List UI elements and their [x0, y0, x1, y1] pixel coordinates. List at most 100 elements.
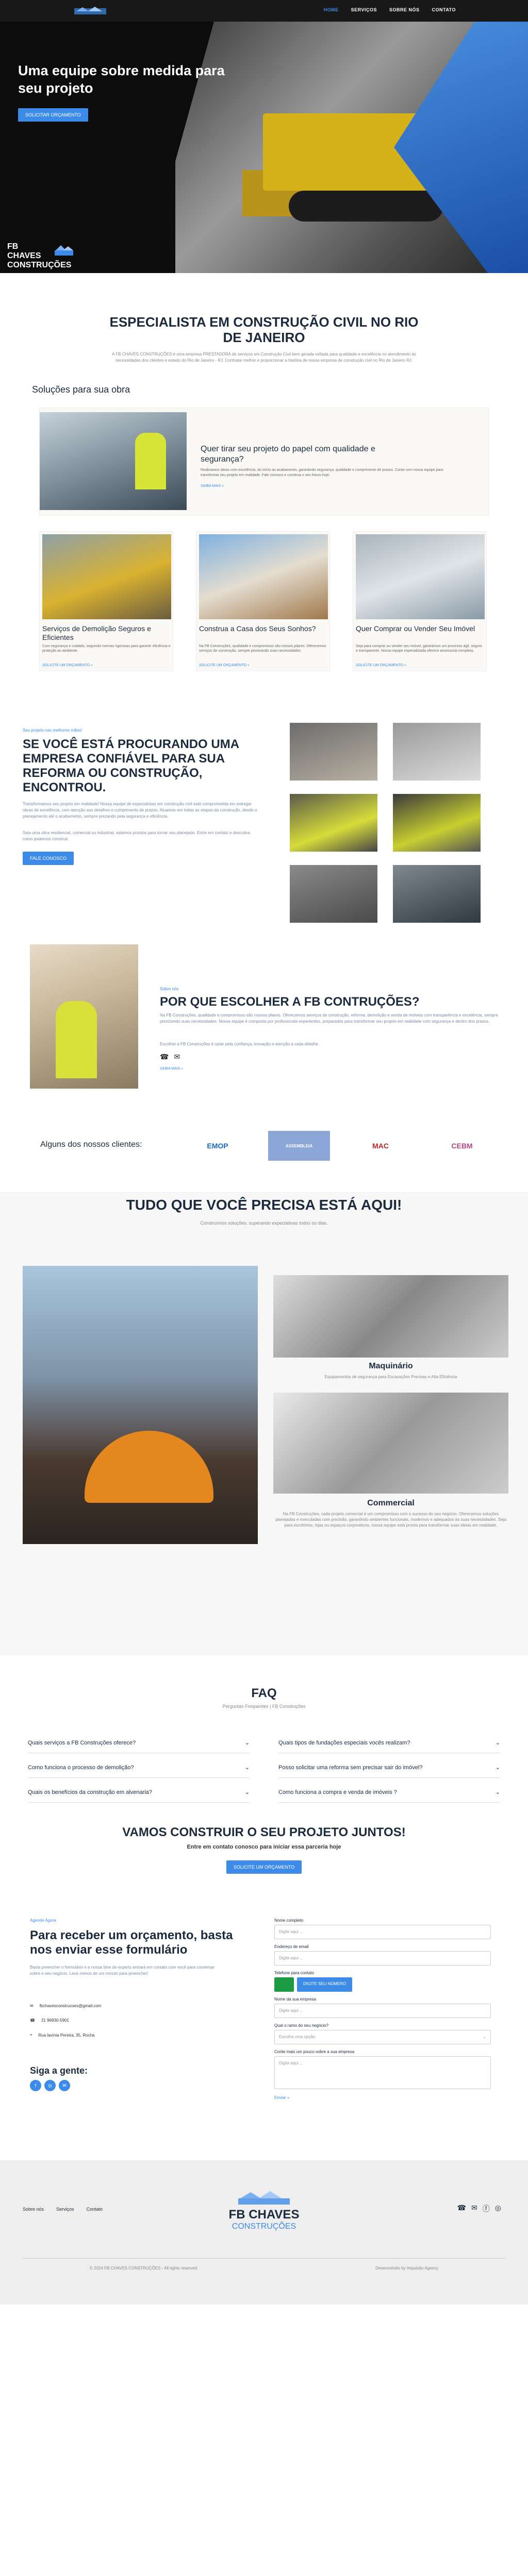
hero-brand: FB CHAVES CONSTRUÇÕES	[7, 242, 72, 269]
contact-email[interactable]: ✉ fbchavesconstrucoes@gmail.com	[30, 2004, 101, 2008]
chevron-down-icon: ⌄	[495, 1740, 500, 1746]
company-input[interactable]: Digite aqui ...	[274, 2004, 491, 2018]
client-logo-emop: EMOP	[207, 1142, 228, 1150]
footer-brand: FB CHAVES	[228, 2208, 300, 2222]
card-link[interactable]: SOLICITE UM ORÇAMENTO »	[199, 664, 250, 667]
footer: Sobre nós Serviços Contato FB CHAVES CON…	[0, 2160, 528, 2304]
facebook-icon[interactable]: ⓕ	[483, 2204, 490, 2214]
footer-link[interactable]: Serviços	[56, 2207, 74, 2212]
faq-section: FAQ Perguntas Frequentes | FB Construçõe…	[0, 1655, 528, 1805]
chevron-down-icon: ⌄	[483, 2035, 486, 2039]
form-title: Para receber um orçamento, basta nos env…	[30, 1928, 233, 1957]
why-kicker: Sobre nós	[160, 987, 179, 991]
reform-section: Seu projeto nas melhores mãos! SE VOCÊ E…	[0, 671, 528, 929]
machinery-caption: Equipamentos de segurança para Escavaçõe…	[324, 1375, 457, 1379]
why-photo	[30, 944, 138, 1089]
form-text: Basta preencher o formulário e a nossa t…	[30, 1965, 215, 1976]
footer-link[interactable]: Contato	[87, 2207, 103, 2212]
country-flag-select[interactable]	[274, 1977, 294, 1992]
nav-home[interactable]: HOME	[324, 7, 339, 12]
phone-input[interactable]: DIGITE SEU NÚMERO	[297, 1977, 353, 1992]
footer-icons: ☎ ✉ ⓕ ◎	[457, 2204, 501, 2214]
business-select[interactable]: Escolha uma opção ⌄	[274, 2030, 491, 2044]
card-text: Seja para comprar ou vender seu imóvel, …	[356, 645, 482, 653]
showcase-title: TUDO QUE VOCÊ PRECISA ESTÁ AQUI!	[126, 1197, 402, 1213]
developer-credit[interactable]: Desenvolvido by Impulsão Agency	[375, 2266, 438, 2270]
address-text: Rua lavínia Pereira, 35, Rocha	[38, 2032, 95, 2038]
logo[interactable]	[72, 5, 108, 16]
facebook-icon[interactable]: f	[30, 2080, 41, 2091]
faq-question: Quais serviços a FB Construções oferece?	[28, 1739, 136, 1746]
footer-bottom: © 2024 FB CHAVES CONSTRUÇÕES - All right…	[23, 2258, 505, 2270]
chevron-down-icon: ⌄	[495, 1765, 500, 1771]
nav-sobre[interactable]: SOBRE NÓS	[389, 7, 420, 12]
why-title: POR QUE ESCOLHER A FB CONTRUÇÕES?	[160, 995, 420, 1009]
card-title: Quer Comprar ou Vender Seu Imóvel	[356, 624, 475, 633]
card-photo	[356, 534, 485, 619]
copyright: © 2024 FB CHAVES CONSTRUÇÕES - All right…	[90, 2266, 199, 2270]
faq-item[interactable]: Como funciona a compra e venda de imóvei…	[278, 1782, 500, 1803]
hero-quote-button[interactable]: SOLICITAR ORÇAMENTO	[18, 108, 88, 122]
why-text-2: Escolher a FB Construções é optar pela c…	[160, 1042, 320, 1046]
phone-text: 21 96830-5901	[41, 2018, 69, 2023]
helmet-figure	[85, 1431, 213, 1503]
phone-icon[interactable]: ☎	[160, 1053, 169, 1061]
footer-nav: Sobre nós Serviços Contato	[23, 2207, 103, 2212]
services-showcase: TUDO QUE VOCÊ PRECISA ESTÁ AQUI! Constru…	[0, 1192, 528, 1655]
email-text: fbchavesconstrucoes@gmail.com	[39, 2004, 102, 2008]
client-logo-assembleia: ASSEMBLEIA	[268, 1131, 330, 1161]
reform-text-2: Seja uma obra residencial, comercial ou …	[23, 831, 250, 841]
card-link[interactable]: SOLICITE UM ORÇAMENTO »	[356, 664, 406, 667]
client-logo-mac: MAC	[372, 1142, 389, 1150]
contact-phone[interactable]: ☎ 21 96830-5901	[30, 2018, 69, 2023]
faq-item[interactable]: Como funciona o processo de demolição? ⌄	[28, 1757, 250, 1778]
name-input[interactable]: Digite aqui ...	[274, 1925, 491, 1939]
intro-text: A FB CHAVES CONSTRUÇÕES é uma empresa PR…	[112, 352, 416, 363]
clients-logos: EMOP ASSEMBLEIA MAC CEBM	[187, 1131, 493, 1161]
select-value: Escolha uma opção	[279, 2035, 316, 2039]
showcase-main-photo	[23, 1266, 258, 1544]
phone-icon[interactable]: ☎	[457, 2204, 466, 2214]
mail-icon[interactable]: ✉	[471, 2204, 477, 2214]
faq-item[interactable]: Posso solicitar uma reforma sem precisar…	[278, 1757, 500, 1778]
machinery-photo	[273, 1275, 508, 1358]
faq-item[interactable]: Quais os benefícios da construção em alv…	[28, 1782, 250, 1803]
footer-link[interactable]: Sobre nós	[23, 2207, 44, 2212]
instagram-icon[interactable]: ◎	[495, 2204, 501, 2214]
why-link[interactable]: SAIBA MAIS »	[160, 1067, 183, 1071]
mail-icon: ✉	[30, 2004, 34, 2008]
machinery-title: Maquinário	[369, 1362, 413, 1370]
featured-solution: Quer tirar seu projeto do papel com qual…	[39, 408, 489, 516]
solutions-title: Soluções para sua obra	[32, 384, 130, 395]
quote-form: Nome completo Digite aqui ... Endereço de…	[274, 1918, 491, 2100]
featured-link[interactable]: SAIBA MAIS »	[201, 484, 224, 488]
card-photo	[42, 534, 171, 619]
top-nav-bar: HOME SERVIÇOS SOBRE NÓS CONTATO	[0, 0, 528, 22]
contact-button[interactable]: FALE CONOSCO	[23, 852, 74, 865]
nav-servicos[interactable]: SERVIÇOS	[351, 7, 377, 12]
cta-quote-button[interactable]: SOLICITE UM ORÇAMENTO	[226, 1860, 302, 1874]
nav-contato[interactable]: CONTATO	[432, 7, 456, 12]
reform-kicker: Seu projeto nas melhores mãos!	[23, 728, 82, 733]
faq-list: Quais serviços a FB Construções oferece?…	[28, 1733, 500, 1803]
card-link[interactable]: SOLICITE UM ORÇAMENTO »	[42, 664, 93, 667]
field-label: Endereço de email	[274, 1944, 309, 1949]
form-kicker: Agende Agora	[30, 1918, 56, 1923]
email-input[interactable]: Digite aqui ...	[274, 1951, 491, 1965]
mail-icon[interactable]: ✉	[174, 1053, 180, 1061]
submit-button[interactable]: Enviar »	[274, 2095, 289, 2100]
why-text: Na FB Construções, qualidade e compromis…	[160, 1013, 498, 1024]
faq-item[interactable]: Quais tipos de fundações especiais vocês…	[278, 1733, 500, 1753]
card-text: Na FB Construções, qualidade e compromis…	[199, 645, 326, 653]
reform-photo	[393, 865, 481, 923]
commercial-caption: Na FB Construções, cada projeto comercia…	[275, 1512, 506, 1528]
chevron-down-icon: ⌄	[244, 1789, 250, 1795]
featured-text: Realizamos obras com excelência, do iníc…	[201, 468, 443, 477]
email-icon[interactable]: ✉	[59, 2080, 70, 2091]
featured-title: Quer tirar seu projeto do papel com qual…	[201, 445, 375, 464]
field-label: Telefone para contato	[274, 1971, 314, 1975]
instagram-icon[interactable]: ◎	[44, 2080, 56, 2091]
description-textarea[interactable]: Digite aqui ...	[274, 2056, 491, 2089]
faq-question: Como funciona a compra e venda de imóvei…	[278, 1789, 397, 1795]
faq-item[interactable]: Quais serviços a FB Construções oferece?…	[28, 1733, 250, 1753]
